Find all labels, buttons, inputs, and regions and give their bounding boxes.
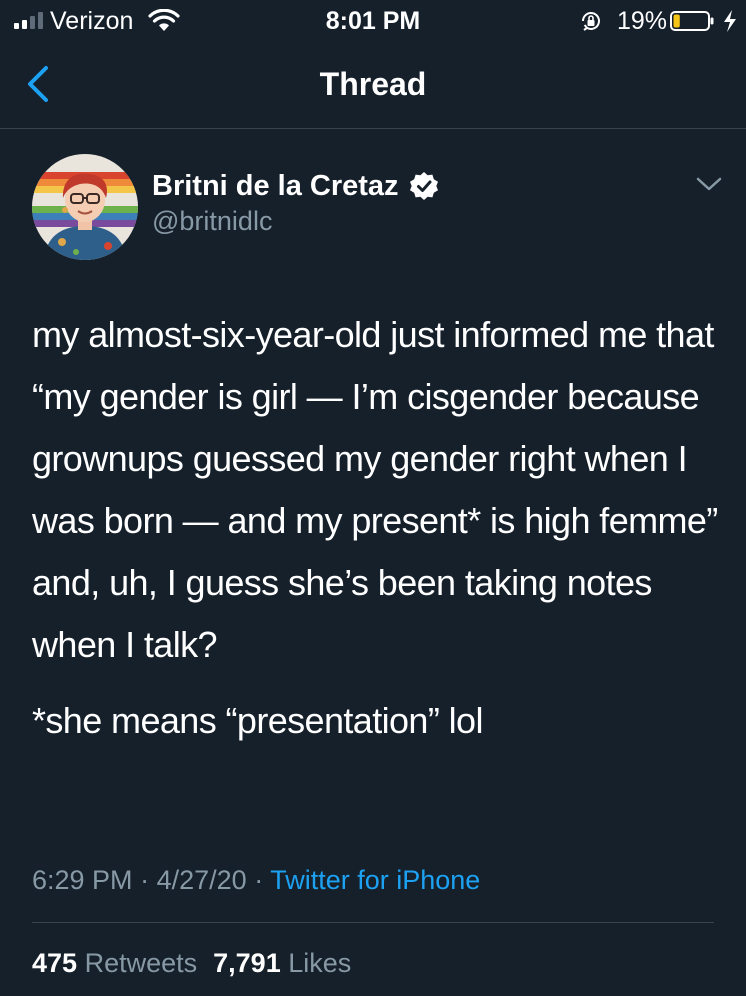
tweet-text-paragraph: *she means “presentation” lol xyxy=(32,700,483,741)
tweet-time: 6:29 PM xyxy=(32,865,133,895)
tweet-meta: 6:29 PM · 4/27/20 · Twitter for iPhone xyxy=(32,862,480,898)
status-bar: Verizon 8:01 PM 19% xyxy=(0,0,746,40)
orientation-lock-icon xyxy=(581,12,600,31)
tweet-date: 4/27/20 xyxy=(156,865,247,895)
tweet-stats: 475 Retweets 7,791 Likes xyxy=(32,945,351,981)
tweet-source-link[interactable]: Twitter for iPhone xyxy=(270,865,480,895)
tweet-text-paragraph: my almost-six-year-old just informed me … xyxy=(32,314,718,665)
meta-separator: · xyxy=(140,865,150,895)
chevron-down-icon[interactable] xyxy=(694,172,724,196)
retweets-count: 475 xyxy=(32,948,78,978)
charging-bolt-icon xyxy=(724,10,736,32)
page-title: Thread xyxy=(319,66,427,102)
author-name-row[interactable]: Britni de la Cretaz xyxy=(152,168,439,204)
nav-header: Thread xyxy=(0,40,746,129)
avatar[interactable] xyxy=(32,154,138,260)
battery-percent: 19% xyxy=(617,7,668,35)
likes-count: 7,791 xyxy=(213,948,281,978)
battery-icon xyxy=(670,11,714,31)
verified-badge-icon xyxy=(409,172,438,200)
retweets-label: Retweets xyxy=(84,948,198,978)
meta-separator: · xyxy=(254,865,264,895)
retweets-stat[interactable]: 475 Retweets xyxy=(32,948,197,978)
likes-label: Likes xyxy=(288,948,352,978)
divider xyxy=(32,922,714,923)
tweet-text: my almost-six-year-old just informed me … xyxy=(32,304,722,752)
likes-stat[interactable]: 7,791 Likes xyxy=(213,948,351,978)
author-handle[interactable]: @britnidlc xyxy=(152,204,272,238)
author-name[interactable]: Britni de la Cretaz xyxy=(152,168,399,204)
